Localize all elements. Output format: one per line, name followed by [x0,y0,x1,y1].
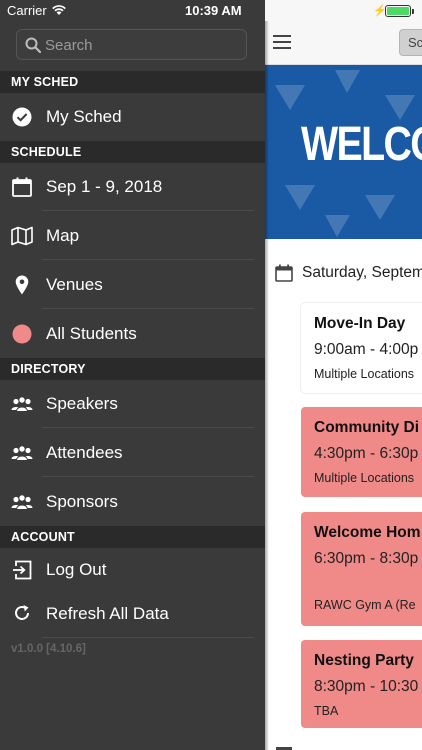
menu-item-label: Venues [46,275,103,294]
section-header-account: ACCOUNT [0,526,265,548]
menu-item-label: Sep 1 - 9, 2018 [46,177,163,196]
divider [42,637,254,638]
menu-item-venues[interactable]: Venues [0,261,265,309]
event-card[interactable]: Nesting Party 8:30pm - 10:30 TBA [301,640,422,728]
event-title: Community Di [314,419,420,436]
clock-time: 10:39 AM [185,3,242,18]
app-version: v1.0.0 [4.10.6] [11,643,86,655]
calendar-icon [11,176,33,198]
logout-icon [11,559,33,581]
menu-item-map[interactable]: Map [0,212,265,260]
people-icon [11,393,33,415]
event-title: Nesting Party [314,652,414,669]
battery-icon [385,5,414,17]
color-dot-icon [11,323,33,345]
wifi-icon [52,5,66,15]
menu-item-sponsors[interactable]: Sponsors [0,478,265,526]
event-location: Multiple Locations [314,471,415,485]
menu-item-label: My Sched [46,107,122,126]
menu-item-dates[interactable]: Sep 1 - 9, 2018 [0,163,265,211]
event-location: RAWC Gym A (Re [314,598,416,612]
menu-item-all-students[interactable]: All Students [0,310,265,358]
search-box[interactable] [16,29,247,60]
menu-item-label: Refresh All Data [46,604,169,623]
date-header: Saturday, Septem [265,259,422,289]
event-time: 9:00am - 4:00p [314,341,419,358]
divider [42,259,254,260]
menu-item-speakers[interactable]: Speakers [0,380,265,428]
menu-item-label: Log Out [46,560,107,579]
welcome-banner: WELCO [265,65,422,239]
section-header-directory: DIRECTORY [0,358,265,380]
location-pin-icon [11,274,33,296]
calendar-icon [276,747,292,750]
map-icon [11,225,33,247]
event-card[interactable]: Welcome Hom 6:30pm - 8:30p RAWC Gym A (R… [301,512,422,626]
search-icon [25,37,41,53]
divider [42,308,254,309]
menu-item-log-out[interactable]: Log Out [0,548,265,592]
event-time: 6:30pm - 8:30p [314,550,419,567]
status-bar: Carrier 10:39 AM ⚡ [0,0,422,21]
menu-item-my-sched[interactable]: My Sched [0,93,265,141]
refresh-icon [11,602,33,624]
event-title: Welcome Hom [314,524,421,541]
menu-item-label: All Students [46,324,137,343]
calendar-icon [275,264,293,282]
menu-item-label: Speakers [46,394,118,413]
main-content: Sc WELCO Saturday, Septem Move-In Day 9:… [265,21,422,750]
search-bar [0,21,265,71]
event-time: 8:30pm - 10:30 [314,678,419,695]
event-card[interactable]: Move-In Day 9:00am - 4:00p Multiple Loca… [301,303,422,393]
event-time: 4:30pm - 6:30p [314,445,419,462]
search-input[interactable] [45,34,240,56]
menu-item-refresh[interactable]: Refresh All Data [0,592,265,638]
carrier-label: Carrier [7,3,47,18]
section-header-schedule: SCHEDULE [0,141,265,163]
menu-item-attendees[interactable]: Attendees [0,429,265,477]
divider [42,427,254,428]
section-header-my-sched: MY SCHED [0,71,265,93]
menu-item-label: Map [46,226,80,245]
divider [42,210,254,211]
event-card[interactable]: Community Di 4:30pm - 6:30p Multiple Loc… [301,407,422,497]
event-location: TBA [314,704,339,718]
event-title: Move-In Day [314,315,406,332]
menu-item-label: Sponsors [46,492,118,511]
banner-title: WELCO [301,118,422,171]
menu-item-label: Attendees [46,443,123,462]
topbar-button[interactable]: Sc [399,29,422,56]
navigation-drawer: MY SCHED My Sched SCHEDULE Sep 1 - 9, 20… [0,21,265,750]
date-label: Saturday, Septem [302,264,422,281]
divider [42,476,254,477]
people-icon [11,442,33,464]
people-icon [11,491,33,513]
event-location: Multiple Locations [314,367,415,381]
top-bar: Sc [265,21,422,65]
hamburger-menu-icon[interactable] [273,35,291,49]
checkmark-circle-icon [11,106,33,128]
